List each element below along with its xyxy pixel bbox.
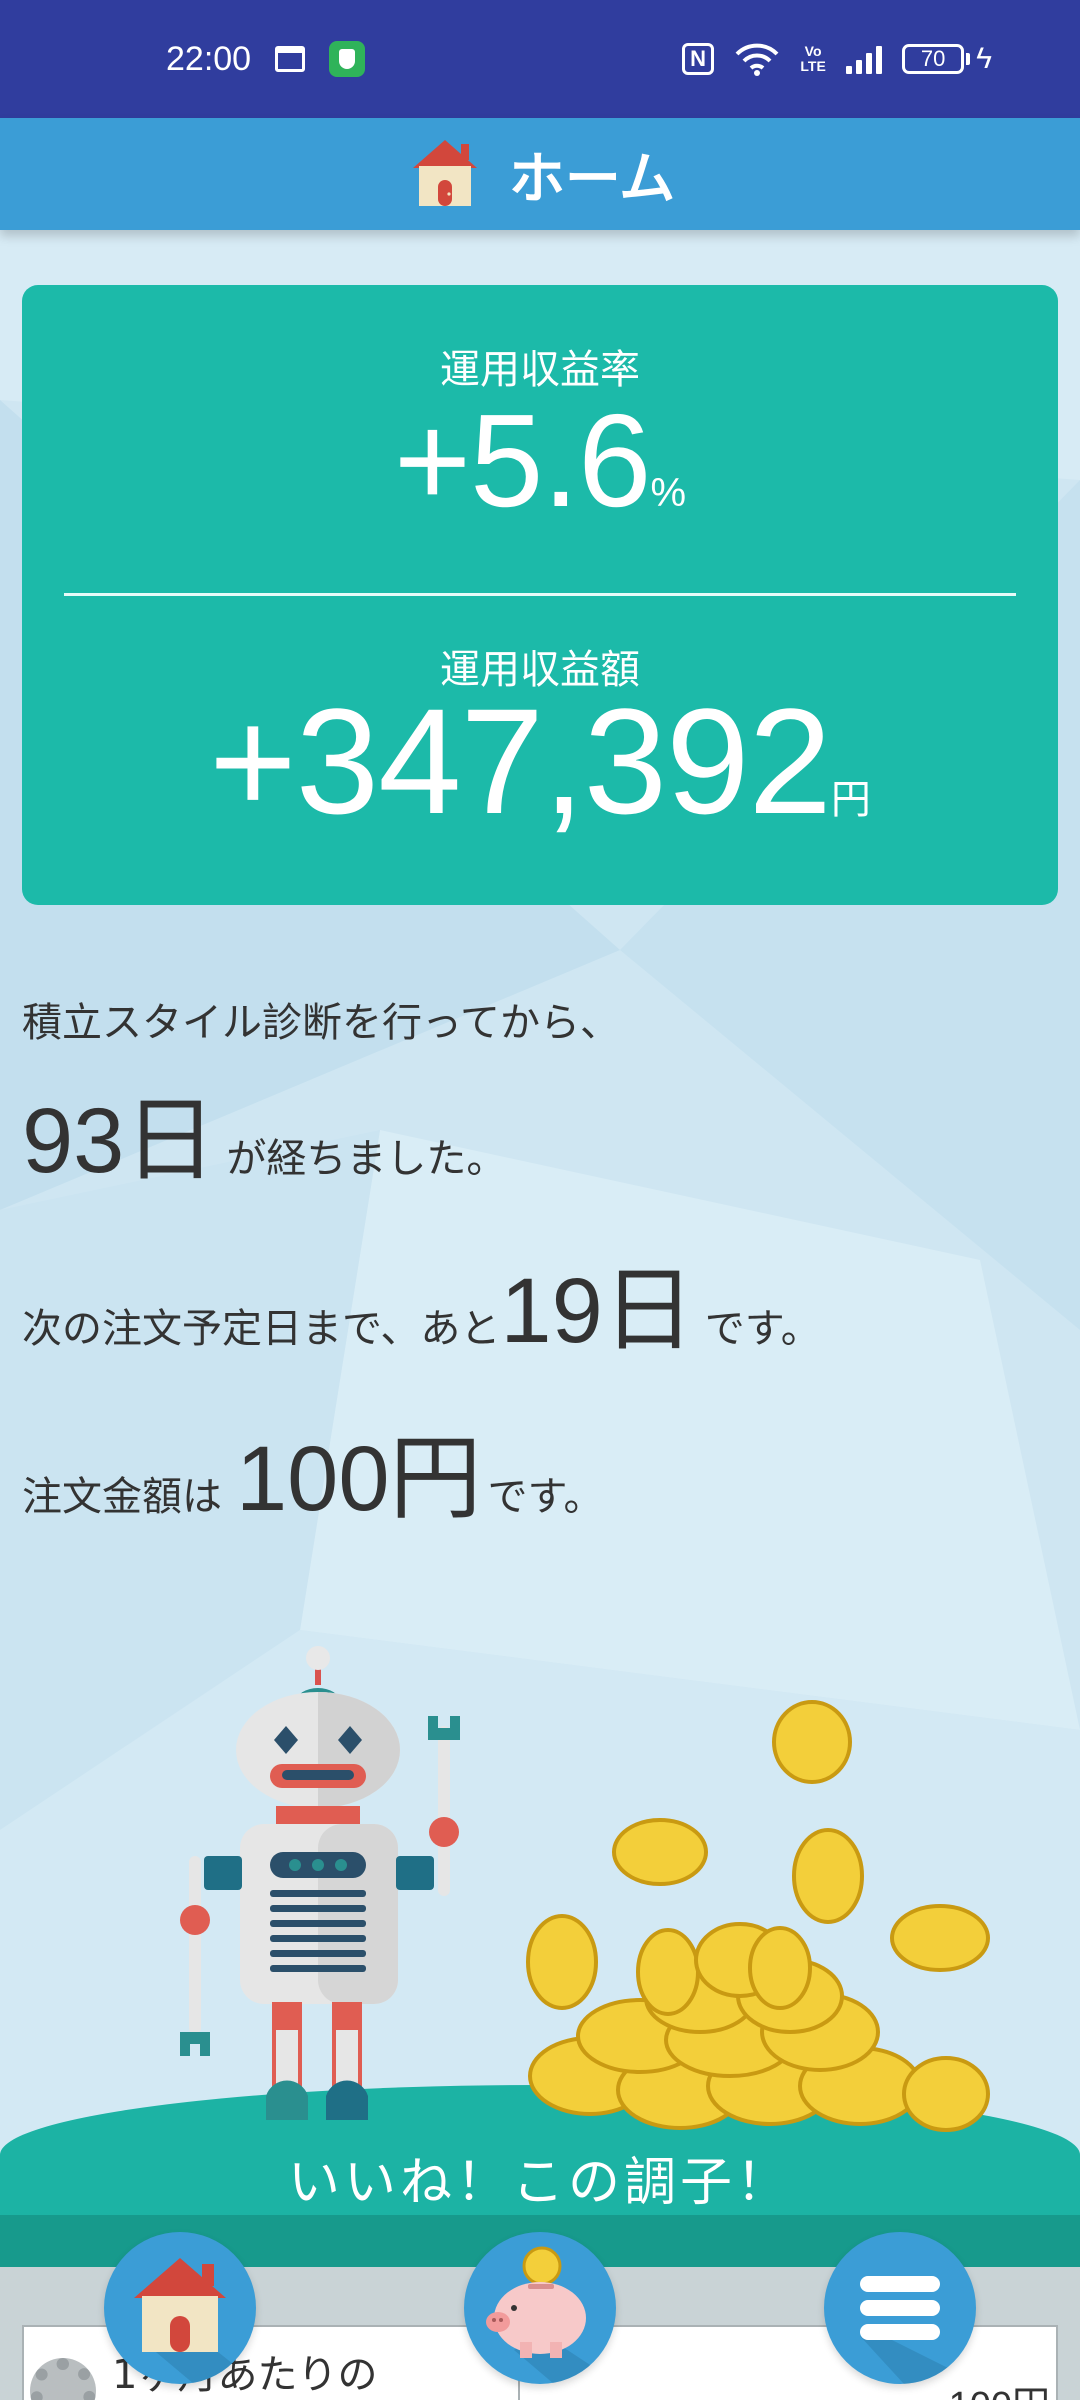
house-icon xyxy=(412,140,477,206)
next-order-suffix: です。 xyxy=(704,1306,821,1352)
shield-icon xyxy=(329,41,366,77)
robot-illustration xyxy=(180,1646,460,2120)
order-amount: 100円 xyxy=(236,1428,482,1530)
days-elapsed-suffix: が経ちました。 xyxy=(226,1136,507,1182)
diagnosis-intro: 積立スタイル診断を行ってから、 xyxy=(22,1000,620,1046)
next-order-prefix: 次の注文予定日まで、あと xyxy=(22,1306,501,1352)
battery-icon: 70 ϟ xyxy=(902,42,992,76)
volte-icon: Vo LTE xyxy=(800,43,826,74)
encouragement-message: いいね！この調子！ xyxy=(287,2153,792,2213)
app-header: ホーム xyxy=(0,118,1080,230)
menu-icon xyxy=(860,2276,976,2384)
card-divider xyxy=(64,593,1016,596)
next-order-text: 次の注文予定日まで、あと19日 です。 xyxy=(22,1236,821,1369)
status-bar: 22:00 N Vo LTE 70 ϟ xyxy=(0,0,1080,118)
diagnosis-intro-text: 積立スタイル診断を行ってから、 xyxy=(22,990,620,1048)
status-time: 22:00 xyxy=(166,39,252,78)
stats-card: 運用収益率 +5.6% 運用収益額 +347,392円 xyxy=(22,285,1058,905)
nfc-icon: N xyxy=(682,43,715,75)
battery-level: 70 xyxy=(902,44,965,74)
return-amount-value: +347,392円 xyxy=(22,675,1058,848)
return-amount-unit: 円 xyxy=(830,778,871,822)
return-rate-number: +5.6 xyxy=(393,387,652,534)
status-left: 22:00 xyxy=(166,39,366,79)
charging-bolt-icon: ϟ xyxy=(976,42,992,75)
return-rate-unit: % xyxy=(650,471,687,515)
order-amount-suffix: です。 xyxy=(487,1474,604,1520)
days-remaining: 19日 xyxy=(500,1260,695,1362)
calendar-icon xyxy=(275,46,306,72)
nav-menu-button[interactable] xyxy=(824,2232,976,2384)
nav-home-button[interactable] xyxy=(104,2232,256,2384)
coin-pile-illustration xyxy=(526,1700,990,2132)
status-right: N Vo LTE 70 ϟ xyxy=(682,42,992,76)
return-rate-value: +5.6% xyxy=(22,385,1058,536)
signal-icon xyxy=(846,44,883,74)
order-amount-prefix: 注文金額は xyxy=(22,1474,222,1520)
illustration xyxy=(180,1646,990,2132)
nav-savings-button[interactable] xyxy=(464,2232,616,2384)
days-elapsed: 93日 xyxy=(22,1090,217,1192)
piggy-bank-icon xyxy=(486,2246,616,2384)
return-amount-number: +347,392 xyxy=(209,677,832,845)
page-title: ホーム xyxy=(508,146,676,212)
order-amount-text: 注文金額は 100円 です。 xyxy=(22,1404,604,1537)
house-icon xyxy=(134,2258,256,2384)
days-elapsed-text: 93日 が経ちました。 xyxy=(22,1066,506,1199)
wifi-icon xyxy=(735,43,779,76)
